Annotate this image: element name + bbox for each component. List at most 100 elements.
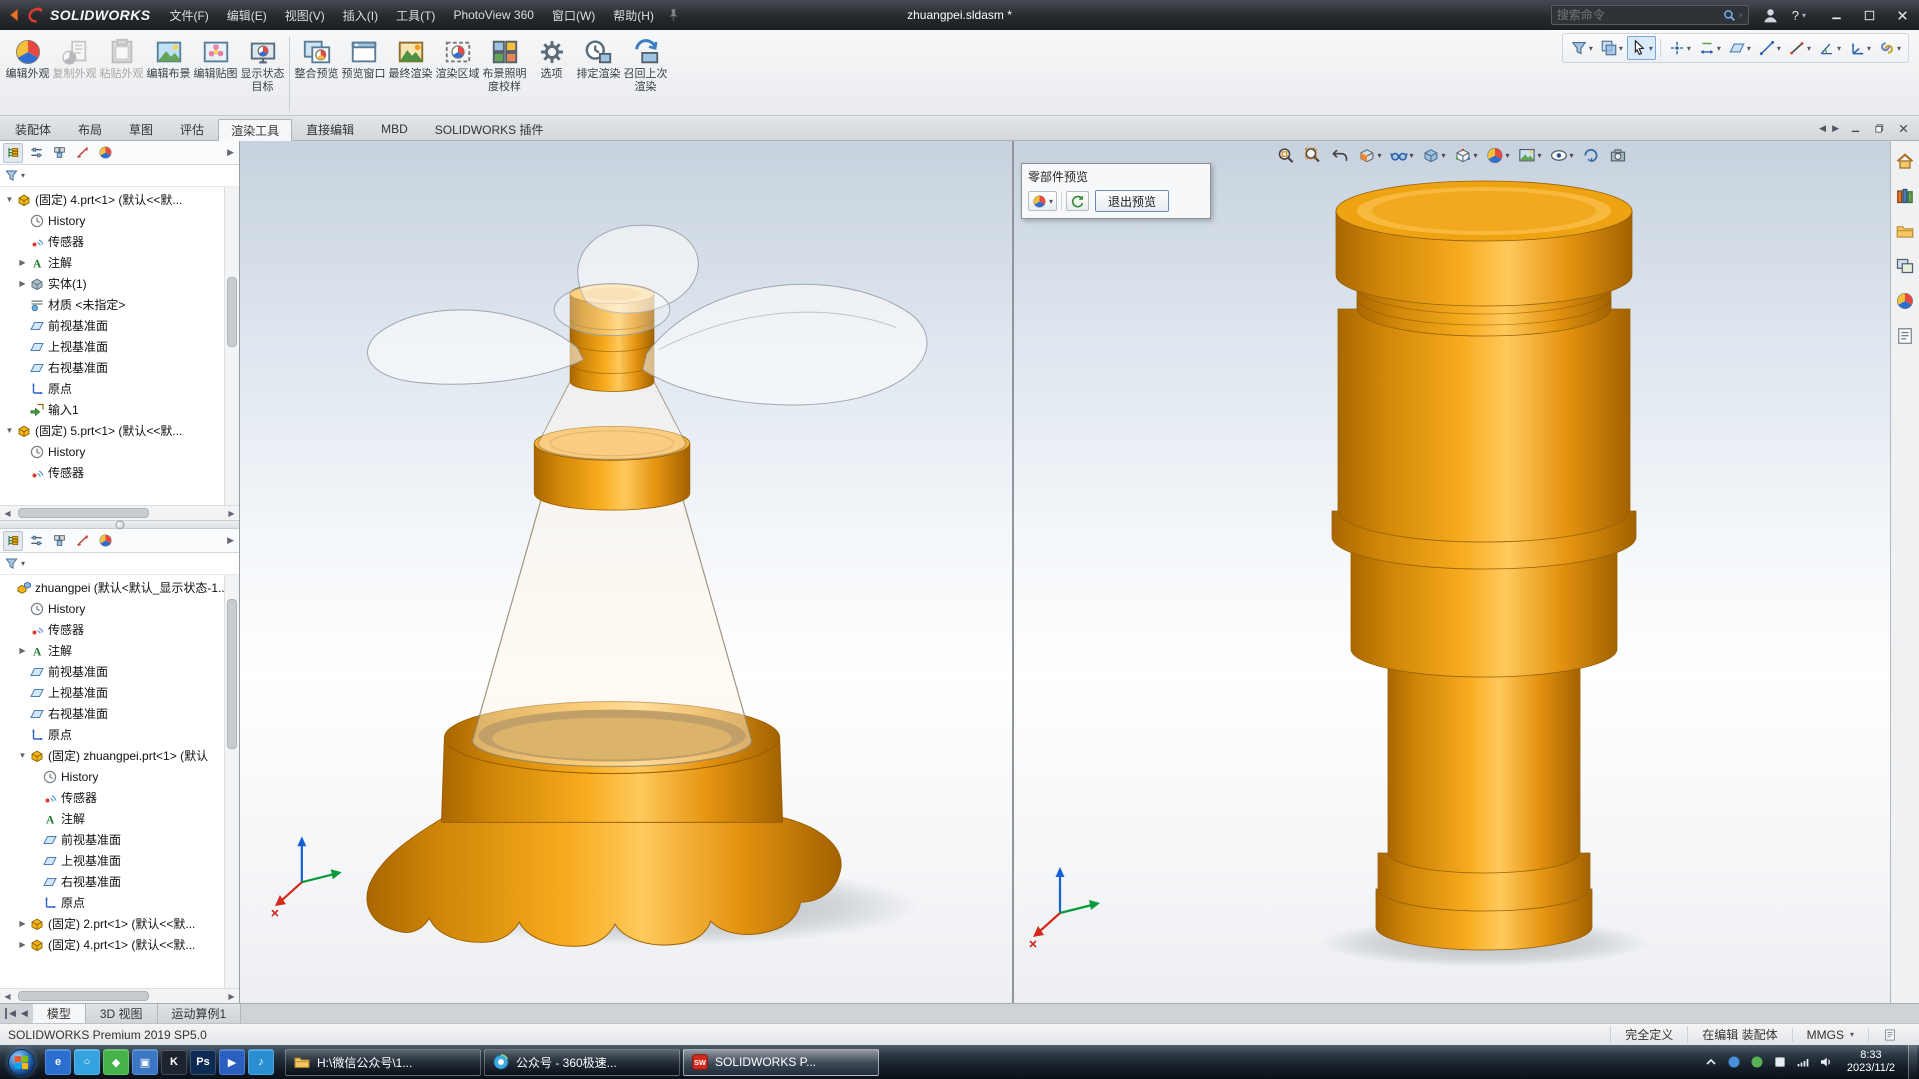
- pane-next-icon[interactable]: ▶: [1832, 123, 1839, 134]
- zoom-area-button[interactable]: [1300, 144, 1325, 167]
- music-icon[interactable]: ♪: [248, 1049, 274, 1075]
- fm-featuremanager-tab[interactable]: [3, 143, 23, 163]
- resources-home-button[interactable]: [1895, 151, 1915, 171]
- tree-item[interactable]: ▶实体(1): [0, 273, 224, 294]
- fm-configurationmanager-tab[interactable]: [49, 143, 69, 163]
- command-tab[interactable]: MBD: [368, 118, 421, 140]
- user-account-icon[interactable]: [1761, 6, 1780, 25]
- sketch-line-button[interactable]: ▾: [1785, 36, 1814, 60]
- lower-cylinder[interactable]: [1388, 649, 1580, 873]
- preview-part-3d-model[interactable]: [1014, 141, 1890, 1003]
- component-preview-viewport[interactable]: ▾▾▾▾▾▾▾ 零部件预览 ▾ 退出预览: [1014, 141, 1890, 1003]
- view-settings-button[interactable]: ▾: [1547, 144, 1577, 167]
- tree-item[interactable]: History: [0, 766, 224, 787]
- tray-app-icon[interactable]: [1726, 1054, 1742, 1070]
- panel-expand-chevron-icon[interactable]: ▶: [227, 535, 236, 546]
- units-selector[interactable]: MMGS▾: [1792, 1028, 1868, 1042]
- tree-item[interactable]: 前视基准面: [0, 661, 224, 682]
- custom-properties-button[interactable]: [1895, 326, 1915, 346]
- tree-item[interactable]: 传感器: [0, 231, 224, 252]
- scroll-right-icon[interactable]: ▶: [224, 992, 239, 1001]
- filter-funnel-icon[interactable]: [4, 556, 19, 571]
- pane-previous-icon[interactable]: ◀: [1819, 123, 1826, 134]
- command-tab[interactable]: 渲染工具: [218, 119, 292, 141]
- document-tab[interactable]: 模型: [33, 1004, 86, 1023]
- mate-button[interactable]: ▾: [1875, 36, 1904, 60]
- horizontal-scrollbar[interactable]: ◀ ▶: [0, 988, 239, 1003]
- preview-refresh-button[interactable]: [1066, 191, 1089, 211]
- tray-expand-icon[interactable]: [1703, 1054, 1719, 1070]
- window-minimize-button[interactable]: [1845, 120, 1865, 137]
- ribbon-recall-render-button[interactable]: 召回上次渲染: [622, 33, 669, 95]
- minimize-button[interactable]: [1820, 0, 1853, 30]
- search-dropdown-caret-icon[interactable]: ▾: [1739, 11, 1743, 20]
- collapse-icon[interactable]: ▼: [3, 195, 16, 204]
- help-menu[interactable]: ?▾: [1792, 8, 1806, 23]
- fm-featuremanager-tab[interactable]: [3, 531, 23, 551]
- cursor-arrow-button[interactable]: ▾: [1627, 36, 1656, 60]
- tree-item[interactable]: History: [0, 210, 224, 231]
- taskbar-clock[interactable]: 8:33 2023/11/2: [1841, 1049, 1901, 1075]
- maximize-button[interactable]: [1853, 0, 1886, 30]
- menu-item[interactable]: 插入(I): [334, 0, 387, 30]
- photoshop-icon[interactable]: Ps: [190, 1049, 216, 1075]
- menu-flyout-arrow-icon[interactable]: [6, 7, 22, 23]
- dim-angle-button[interactable]: ▾: [1815, 36, 1844, 60]
- expand-icon[interactable]: ▶: [16, 919, 29, 928]
- dim-linear-button[interactable]: ▾: [1695, 36, 1724, 60]
- base-skirt[interactable]: [367, 814, 841, 946]
- ribbon-edit-decal-button[interactable]: 编辑贴图: [192, 33, 239, 82]
- tree-item[interactable]: ▶A注解: [0, 640, 224, 661]
- file-explorer-button[interactable]: [1895, 221, 1915, 241]
- ref-plane-button[interactable]: ▾: [1725, 36, 1754, 60]
- taskbar-window-button[interactable]: 公众号 - 360极速...: [484, 1049, 680, 1076]
- rotate-view-button[interactable]: [1579, 144, 1604, 167]
- scrollbar-thumb[interactable]: [227, 599, 237, 749]
- ribbon-render-options-button[interactable]: 选项: [528, 33, 575, 82]
- fm-displaymanager-tab[interactable]: [95, 143, 115, 163]
- panel-expand-chevron-icon[interactable]: ▶: [227, 147, 236, 158]
- tree-item[interactable]: 前视基准面: [0, 315, 224, 336]
- collapse-icon[interactable]: ▼: [3, 426, 16, 435]
- tree-item[interactable]: 上视基准面: [0, 336, 224, 357]
- command-tab[interactable]: SOLIDWORKS 插件: [422, 118, 557, 140]
- main-cylinder[interactable]: [1338, 309, 1630, 542]
- tree-item[interactable]: 上视基准面: [0, 850, 224, 871]
- menu-item[interactable]: 工具(T): [387, 0, 444, 30]
- filter-caret-icon[interactable]: ▾: [21, 171, 25, 180]
- tree-item[interactable]: 右视基准面: [0, 357, 224, 378]
- tree-item[interactable]: 传感器: [0, 619, 224, 640]
- translucent-funnel[interactable]: [538, 381, 686, 459]
- zoom-fit-button[interactable]: [1273, 144, 1298, 167]
- 360-safe-icon[interactable]: ◆: [103, 1049, 129, 1075]
- command-tab[interactable]: 布局: [65, 118, 115, 140]
- document-tab[interactable]: 3D 视图: [86, 1004, 158, 1023]
- horizontal-scrollbar[interactable]: ◀ ▶: [0, 505, 239, 520]
- tree-item[interactable]: History: [0, 598, 224, 619]
- ribbon-edit-scene-button[interactable]: 编辑布景: [145, 33, 192, 82]
- window-close-button[interactable]: [1893, 120, 1913, 137]
- ribbon-display-state-target-button[interactable]: 显示状态目标: [239, 33, 286, 95]
- ribbon-appearance-ball-button[interactable]: 编辑外观: [4, 33, 51, 82]
- expand-icon[interactable]: ▶: [16, 940, 29, 949]
- panel-splitter[interactable]: [0, 520, 239, 529]
- tree-item[interactable]: 传感器: [0, 787, 224, 808]
- tree-item[interactable]: 原点: [0, 892, 224, 913]
- command-tab[interactable]: 装配体: [2, 118, 64, 140]
- tree-item[interactable]: A注解: [0, 808, 224, 829]
- appearance-ball-button[interactable]: ▾: [1483, 144, 1513, 167]
- tree-item[interactable]: ▼(固定) 5.prt<1> (默认<<默...: [0, 420, 224, 441]
- section-view-button[interactable]: ▾: [1354, 144, 1384, 167]
- search-input[interactable]: [1557, 8, 1722, 22]
- command-tab[interactable]: 评估: [167, 118, 217, 140]
- ribbon-render-region-button[interactable]: 渲染区域: [434, 33, 481, 82]
- tree-item[interactable]: zhuangpei (默认<默认_显示状态-1...: [0, 577, 224, 598]
- ref-point-button[interactable]: ▾: [1665, 36, 1694, 60]
- tree-item[interactable]: 前视基准面: [0, 829, 224, 850]
- tree-item[interactable]: 输入1: [0, 399, 224, 420]
- assembly-3d-model[interactable]: [240, 141, 1012, 1003]
- tree-item[interactable]: 传感器: [0, 462, 224, 483]
- assembly-viewport[interactable]: [240, 141, 1014, 1003]
- tree-item[interactable]: ▶(固定) 4.prt<1> (默认<<默...: [0, 934, 224, 955]
- show-desktop-button[interactable]: [1908, 1045, 1917, 1079]
